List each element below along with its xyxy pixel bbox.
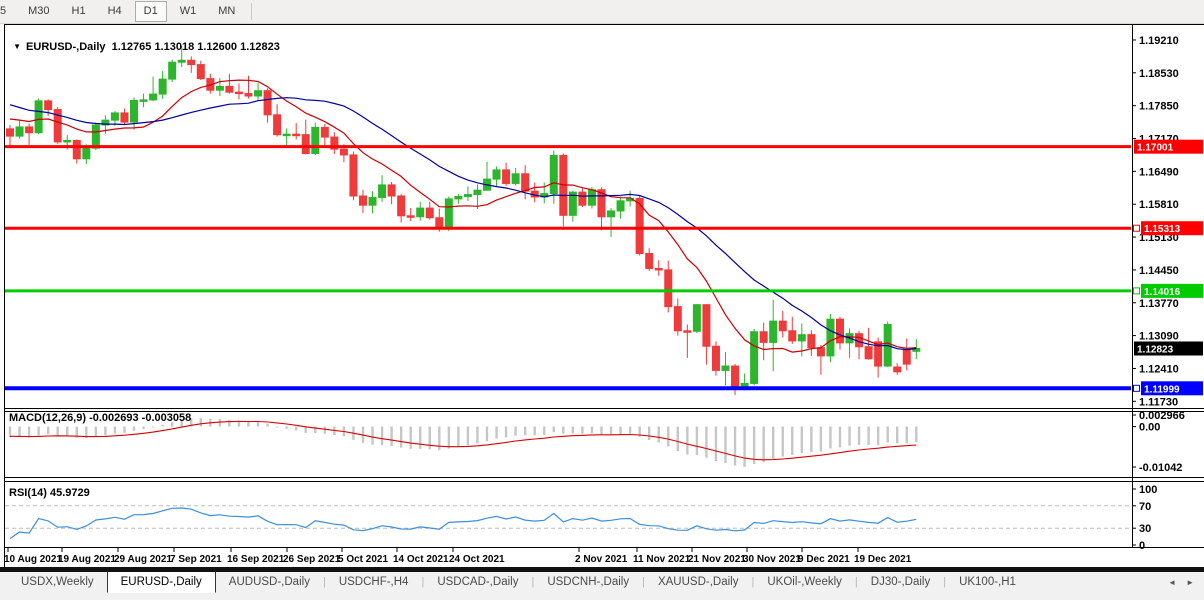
current-price-label: 1.12823 — [1134, 342, 1203, 356]
tab-scroll-left-icon[interactable]: ◄ — [1168, 578, 1176, 587]
tab-scroll-arrows: ◄ ► — [1168, 572, 1194, 587]
svg-text:11 Nov 2021: 11 Nov 2021 — [633, 554, 691, 565]
svg-text:1.16490: 1.16490 — [1139, 166, 1179, 178]
timeframe-button-h4[interactable]: H4 — [99, 1, 131, 22]
chart-tab-dj30-daily[interactable]: DJ30-,Daily — [858, 572, 943, 592]
svg-text:1.14016: 1.14016 — [1144, 287, 1181, 298]
svg-text:19 Dec 2021: 19 Dec 2021 — [854, 554, 912, 565]
macd-indicator-label: MACD(12,26,9) -0.002693 -0.003058 — [9, 412, 191, 424]
svg-text:5 Oct 2021: 5 Oct 2021 — [338, 554, 388, 565]
price-line-1.11999[interactable]: 1.11999 — [5, 381, 1203, 395]
svg-text:16 Sep 2021: 16 Sep 2021 — [227, 554, 285, 565]
svg-text:24 Oct 2021: 24 Oct 2021 — [449, 554, 505, 565]
chart-tab-usdcad-daily[interactable]: USDCAD-,Daily — [424, 572, 531, 592]
chart-tab-audusd-daily[interactable]: AUDUSD-,Daily — [216, 572, 323, 592]
svg-text:-0.01042: -0.01042 — [1139, 462, 1182, 474]
moving-averages — [10, 80, 916, 352]
svg-text:1.12823: 1.12823 — [1137, 345, 1174, 356]
svg-text:1.11730: 1.11730 — [1139, 396, 1178, 408]
tab-scroll-right-icon[interactable]: ► — [1186, 578, 1194, 587]
svg-text:1.19210: 1.19210 — [1139, 35, 1179, 47]
svg-text:21 Nov 2021: 21 Nov 2021 — [688, 554, 746, 565]
timeframe-button-w1[interactable]: W1 — [171, 1, 206, 22]
svg-text:1.13090: 1.13090 — [1139, 331, 1179, 343]
chart-title-text: EURUSD-,Daily 1.12765 1.13018 1.12600 1.… — [26, 41, 280, 53]
timeframe-button-d1[interactable]: D1 — [135, 1, 167, 22]
svg-text:7 Sep 2021: 7 Sep 2021 — [170, 554, 222, 565]
rsi-panel: 100 70 30 0 — [5, 484, 1157, 552]
svg-text:9 Dec 2021: 9 Dec 2021 — [798, 554, 850, 565]
price-line-1.15313[interactable]: 1.15313 — [5, 221, 1203, 235]
svg-text:2 Nov 2021: 2 Nov 2021 — [575, 554, 628, 565]
svg-text:30 Nov 2021: 30 Nov 2021 — [743, 554, 801, 565]
svg-text:1.13770: 1.13770 — [1139, 298, 1179, 310]
chart-collapse-icon[interactable]: ▼ — [13, 42, 21, 51]
chart-tab-eurusd-daily[interactable]: EURUSD-,Daily — [107, 570, 216, 593]
svg-text:1.18530: 1.18530 — [1139, 68, 1179, 80]
svg-text:19 Aug 2021: 19 Aug 2021 — [58, 554, 116, 565]
timeframe-button-5[interactable]: 5 — [0, 1, 15, 22]
svg-text:1.11999: 1.11999 — [1144, 384, 1180, 395]
svg-text:1.12410: 1.12410 — [1139, 363, 1179, 375]
svg-text:14 Oct 2021: 14 Oct 2021 — [393, 554, 449, 565]
svg-text:0: 0 — [1139, 540, 1145, 552]
svg-text:1.17850: 1.17850 — [1139, 101, 1179, 113]
svg-text:1.15810: 1.15810 — [1139, 199, 1179, 211]
chart-tab-xauusd-daily[interactable]: XAUUSD-,Daily — [645, 572, 752, 592]
svg-text:10 Aug 2021: 10 Aug 2021 — [4, 554, 62, 565]
rsi-indicator-label: RSI(14) 45.9729 — [9, 487, 90, 499]
chart-title: ▼ EURUSD-,Daily 1.12765 1.13018 1.12600 1… — [7, 29, 280, 53]
toolbar-separator — [251, 3, 252, 20]
price-chart[interactable]: 1.192101.185301.178501.171701.164901.158… — [0, 0, 1204, 598]
chart-frame — [0, 24, 1204, 570]
svg-text:0.002966: 0.002966 — [1139, 410, 1185, 422]
svg-text:1.14450: 1.14450 — [1139, 265, 1179, 277]
svg-text:29 Aug 2021: 29 Aug 2021 — [114, 554, 172, 565]
chart-tab-usdx-weekly[interactable]: USDX,Weekly — [8, 572, 107, 592]
price-line-1.14016[interactable]: 1.14016 — [5, 284, 1203, 298]
svg-text:30: 30 — [1139, 523, 1151, 535]
timeframe-toolbar: 5M30H1H4D1W1MN — [0, 0, 1204, 24]
svg-text:1.15313: 1.15313 — [1144, 224, 1181, 235]
date-axis: 10 Aug 202119 Aug 202129 Aug 20217 Sep 2… — [4, 548, 912, 565]
candles — [7, 46, 920, 395]
chart-tab-bar: USDX,WeeklyEURUSD-,DailyAUDUSD-,Daily|US… — [0, 570, 1204, 600]
chart-tab-ukoil-weekly[interactable]: UKOil-,Weekly — [754, 572, 855, 592]
timeframe-button-h1[interactable]: H1 — [63, 1, 95, 22]
chart-tab-uk100-h1[interactable]: UK100-,H1 — [946, 572, 1029, 592]
svg-text:1.17001: 1.17001 — [1137, 143, 1174, 154]
svg-text:0.00: 0.00 — [1139, 422, 1160, 434]
timeframe-button-m30[interactable]: M30 — [19, 1, 58, 22]
svg-text:100: 100 — [1139, 484, 1157, 496]
svg-text:26 Sep 2021: 26 Sep 2021 — [283, 554, 341, 565]
chart-tabs: USDX,WeeklyEURUSD-,DailyAUDUSD-,Daily|US… — [0, 572, 1029, 594]
timeframe-button-mn[interactable]: MN — [209, 1, 244, 22]
price-line-1.17001[interactable]: 1.17001 — [5, 140, 1203, 154]
chart-tab-usdcnh-daily[interactable]: USDCNH-,Daily — [534, 572, 642, 592]
chart-tab-usdchf-h4[interactable]: USDCHF-,H4 — [326, 572, 422, 592]
svg-text:70: 70 — [1139, 501, 1151, 513]
